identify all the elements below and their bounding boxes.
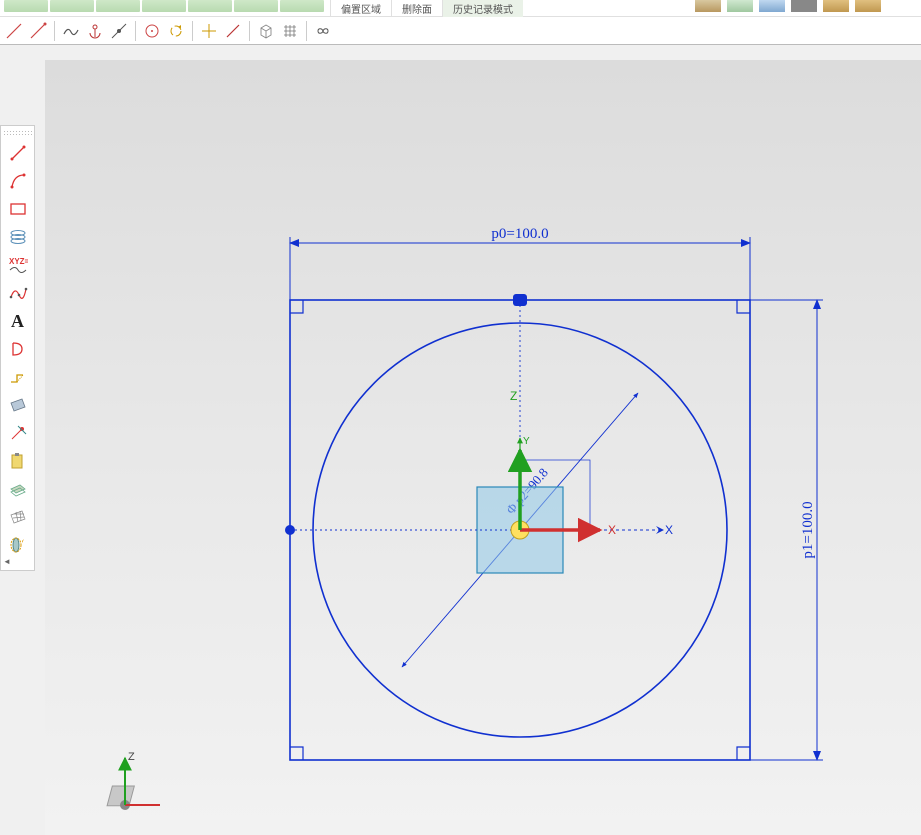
wcs-z-label: Z	[510, 389, 517, 403]
svg-text:XYZ=: XYZ=	[9, 257, 28, 266]
infinity-icon[interactable]	[313, 21, 333, 41]
circle-center-icon[interactable]	[142, 21, 162, 41]
view-orientation-triad[interactable]: X Z	[80, 750, 160, 830]
perp-marker-br	[737, 747, 750, 760]
measure-icon[interactable]	[695, 0, 721, 12]
crosshair-icon[interactable]	[199, 21, 219, 41]
line-dot-icon[interactable]	[109, 21, 129, 41]
sketch-viewport[interactable]: p0=100.0 p1=100.0 Φ p2=90.8	[45, 60, 921, 835]
grid-icon[interactable]	[280, 21, 300, 41]
ribbon-right-group	[695, 0, 881, 12]
perp-marker-tl	[290, 300, 303, 313]
dim-p0-label[interactable]: p0=100.0	[491, 226, 548, 242]
clip-icon[interactable]	[4, 448, 32, 474]
anchor-icon[interactable]	[85, 21, 105, 41]
add-part-icon[interactable]	[759, 0, 785, 12]
line-constraint-icon[interactable]	[4, 21, 24, 41]
notch-icon[interactable]	[4, 364, 32, 390]
arc-icon[interactable]	[4, 168, 32, 194]
constraint-toolbar	[0, 17, 921, 45]
diag-line-icon[interactable]	[223, 21, 243, 41]
rotate-icon[interactable]	[166, 21, 186, 41]
spline-icon[interactable]	[4, 280, 32, 306]
xyz-curve-icon[interactable]: XYZ=	[4, 252, 32, 278]
wcs-x-label: X	[608, 523, 616, 537]
mesh-icon[interactable]	[4, 504, 32, 530]
sketch-x-label: X	[665, 523, 673, 537]
ribbon-icon-group	[0, 0, 324, 16]
point-icon[interactable]	[4, 420, 32, 446]
surface-icon[interactable]	[4, 392, 32, 418]
left-tool-palette: XYZ= A ◄	[0, 125, 35, 571]
ribbon-cmd-history-mode[interactable]: 历史记录模式	[442, 0, 523, 17]
perp-marker-bl	[290, 747, 303, 760]
sketch-y-label: Y	[523, 436, 530, 447]
line-icon[interactable]	[4, 140, 32, 166]
aux1-icon[interactable]	[823, 0, 849, 12]
line2-constraint-icon[interactable]	[28, 21, 48, 41]
perp-marker-tr	[737, 300, 750, 313]
assembly-icon[interactable]	[727, 0, 753, 12]
profile-icon[interactable]	[4, 336, 32, 362]
cube-icon[interactable]	[256, 21, 276, 41]
aux2-icon[interactable]	[855, 0, 881, 12]
ribbon-cmd-offset-region[interactable]: 偏置区域	[330, 0, 391, 17]
view-z-label: Z	[128, 751, 135, 763]
revolve-icon[interactable]	[4, 532, 32, 558]
offset-face-icon[interactable]	[4, 476, 32, 502]
ribbon-cmd-delete-face[interactable]: 删除面	[391, 0, 442, 17]
window-icon[interactable]	[791, 0, 817, 12]
wave-icon[interactable]	[61, 21, 81, 41]
palette-grip[interactable]	[3, 130, 33, 136]
coil-icon[interactable]	[4, 224, 32, 250]
sketch-canvas[interactable]: p0=100.0 p1=100.0 Φ p2=90.8	[45, 60, 921, 835]
rectangle-icon[interactable]	[4, 196, 32, 222]
text-icon[interactable]: A	[4, 308, 32, 334]
palette-expand-icon[interactable]: ◄	[3, 560, 9, 566]
dim-p1-label[interactable]: p1=100.0	[800, 501, 816, 558]
